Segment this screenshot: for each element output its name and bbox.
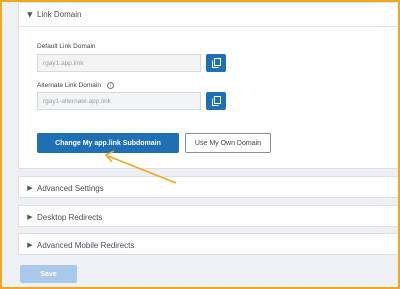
alternate-link-domain-field[interactable] [37,92,201,110]
default-link-domain-field[interactable] [37,54,201,72]
chevron-down-icon: ▶ [26,11,33,18]
desktop-redirects-title: Desktop Redirects [37,212,103,222]
advanced-mobile-redirects-title: Advanced Mobile Redirects [37,240,135,250]
default-link-domain-label: Default Link Domain [37,43,96,50]
link-domain-panel: ▶ Link Domain Default Link Domain Altern… [18,2,400,169]
chevron-right-icon: ▶ [27,214,33,221]
copy-icon [211,96,221,106]
info-icon[interactable]: i [106,82,114,89]
chevron-right-icon: ▶ [27,242,33,249]
copy-icon [211,58,221,68]
copy-default-domain-button[interactable] [206,54,226,72]
alternate-link-domain-label: Alternate Link Domain i [37,82,114,89]
copy-alternate-domain-button[interactable] [206,92,226,110]
link-domain-title: Link Domain [37,10,82,19]
desktop-redirects-section[interactable]: ▶ Desktop Redirects [18,205,400,227]
save-button[interactable]: Save [20,265,77,283]
alternate-link-domain-label-text: Alternate Link Domain [37,82,101,90]
chevron-right-icon: ▶ [27,185,33,192]
use-own-domain-button[interactable]: Use My Own Domain [185,133,271,153]
advanced-settings-title: Advanced Settings [37,183,104,193]
advanced-settings-section[interactable]: ▶ Advanced Settings [18,176,400,198]
change-subdomain-button[interactable]: Change My app.link Subdomain [37,133,179,153]
advanced-mobile-redirects-section[interactable]: ▶ Advanced Mobile Redirects [18,233,400,255]
link-domain-header[interactable]: ▶ Link Domain [19,3,399,27]
